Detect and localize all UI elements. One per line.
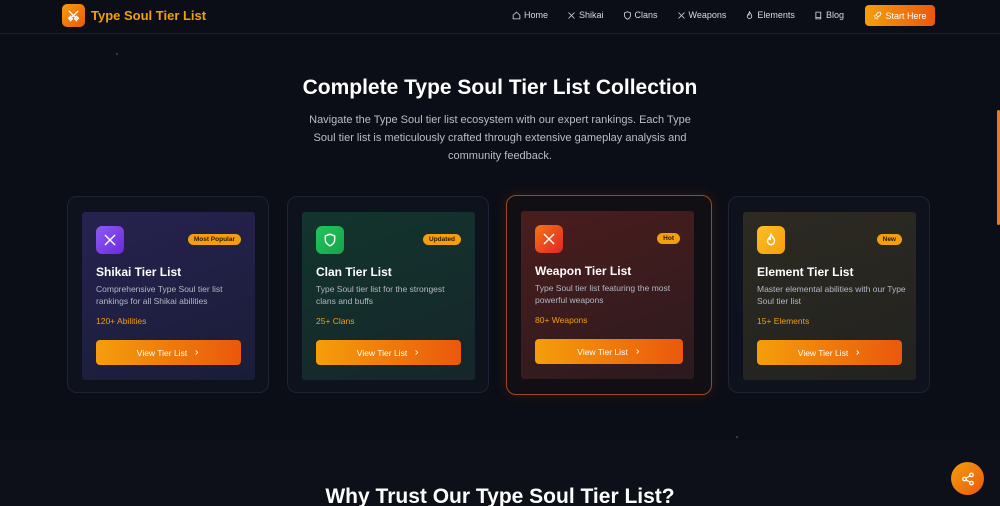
crossed-swords-icon [535,225,563,253]
nav-links: Home Shikai Clans Weapons Elements Blog [512,0,863,30]
shield-icon [316,226,344,254]
chevron-right-icon [856,350,860,355]
start-here-button[interactable]: Start Here [865,5,935,26]
card-title: Element Tier List [757,265,854,279]
card-panel: Updated Clan Tier List Type Soul tier li… [302,212,475,380]
rocket-icon [873,11,882,20]
nav-link-label: Elements [757,10,795,20]
card-panel: New Element Tier List Master elemental a… [743,212,916,380]
home-icon [512,11,521,19]
share-icon [961,472,974,485]
nav-link-clans[interactable]: Clans [623,10,658,20]
top-navigation: Type Soul Tier List Home Shikai Clans We… [0,0,1000,34]
view-tier-list-button[interactable]: View Tier List [757,340,902,365]
nav-link-label: Weapons [688,10,727,20]
chevron-right-icon [195,350,199,355]
nav-link-home[interactable]: Home [512,10,548,20]
view-tier-list-button[interactable]: View Tier List [96,340,241,365]
crossed-swords-icon [568,11,575,19]
status-badge: Hot [657,233,680,244]
crossed-swords-icon [62,4,85,27]
nav-link-elements[interactable]: Elements [745,10,795,20]
trust-section-title: Why Trust Our Type Soul Tier List? [325,485,675,506]
nav-link-blog[interactable]: Blog [814,10,844,20]
nav-link-label: Blog [825,10,844,20]
card-count: 25+ Clans [316,316,355,326]
card-title: Clan Tier List [316,265,392,279]
view-tier-list-button[interactable]: View Tier List [316,340,461,365]
crossed-swords-icon [96,226,124,254]
status-badge: New [876,234,902,245]
card-description: Comprehensive Type Soul tier list rankin… [96,284,223,306]
page-title: Complete Type Soul Tier List Collection [302,76,698,99]
button-label: View Tier List [797,347,849,358]
brand[interactable]: Type Soul Tier List [62,4,206,27]
nav-link-label: Shikai [579,10,604,20]
tier-card-element[interactable]: New Element Tier List Master elemental a… [728,196,930,393]
nav-link-label: Home [524,10,549,20]
tier-card-weapon[interactable]: Hot Weapon Tier List Type Soul tier list… [506,195,712,395]
shield-icon [623,10,631,20]
chevron-right-icon [415,350,419,355]
tier-card-clan[interactable]: Updated Clan Tier List Type Soul tier li… [287,196,489,393]
view-tier-list-button[interactable]: View Tier List [535,339,683,364]
card-description: Type Soul tier list for the strongest cl… [316,284,445,306]
nav-link-weapons[interactable]: Weapons [677,10,727,20]
tier-card-shikai[interactable]: Most Popular Shikai Tier List Comprehens… [67,196,269,393]
book-icon [815,11,822,19]
card-panel: Hot Weapon Tier List Type Soul tier list… [521,211,694,379]
hero-description: Navigate the Type Soul tier list ecosyst… [309,114,691,162]
share-button[interactable] [951,462,984,495]
background-star [736,436,738,438]
chevron-right-icon [636,349,639,354]
status-badge: Updated [423,234,461,245]
card-description: Type Soul tier list featuring the most p… [535,283,671,305]
flame-icon [757,226,785,254]
card-count: 120+ Abilities [96,316,147,326]
nav-link-shikai[interactable]: Shikai [567,10,604,20]
button-label: View Tier List [136,347,188,358]
card-title: Shikai Tier List [96,265,182,279]
card-description: Master elemental abilities with our Type… [757,284,906,306]
card-title: Weapon Tier List [535,264,632,278]
button-label: View Tier List [356,347,408,358]
flame-icon [747,10,753,19]
status-badge: Most Popular [187,234,241,245]
card-count: 80+ Weapons [535,315,588,325]
background-star [116,53,118,55]
brand-title: Type Soul Tier List [91,8,207,23]
start-here-label: Start Here [885,10,927,21]
card-panel: Most Popular Shikai Tier List Comprehens… [82,212,255,380]
crossed-swords-icon [677,11,685,19]
card-count: 15+ Elements [757,316,810,326]
button-label: View Tier List [577,346,628,357]
nav-link-label: Clans [634,10,658,20]
